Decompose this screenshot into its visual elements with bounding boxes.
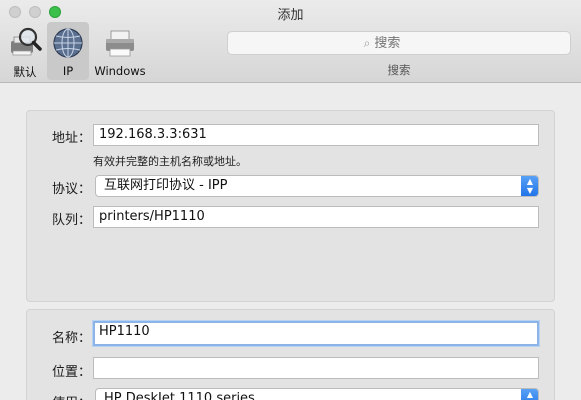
default-printer-magnifier-icon	[11, 27, 42, 56]
toolbar-item-label: 默认	[13, 65, 37, 79]
protocol-select-value: 互联网打印协议 - IPP	[104, 178, 228, 193]
use-select-value: HP DeskJet 1110 series	[104, 391, 255, 400]
name-input[interactable]: HP1110	[93, 321, 539, 346]
toolbar-item-label: Windows	[94, 64, 146, 78]
address-hint: 有效并完整的主机名称或地址。	[93, 155, 247, 168]
search-caption: 搜索	[387, 63, 411, 77]
use-label: 使用：	[27, 392, 91, 400]
search-input[interactable]	[374, 35, 435, 51]
name-label: 名称：	[51, 331, 91, 346]
address-input[interactable]: 192.168.3.3:631	[93, 124, 539, 146]
search-icon: ⌕	[363, 35, 371, 50]
queue-label: 队列：	[51, 213, 91, 228]
printer-details-panel: 名称： HP1110 位置： 使用： HP DeskJet 1110 serie…	[26, 309, 555, 400]
toolbar-item-ip[interactable]: IP	[47, 22, 89, 80]
toolbar-item-windows[interactable]: Windows	[90, 22, 150, 80]
protocol-select[interactable]: 互联网打印协议 - IPP ▲ ▼	[95, 175, 539, 197]
protocol-label: 协议：	[51, 182, 91, 197]
ip-globe-icon	[53, 28, 83, 58]
select-chevron-icon: ▲▼	[521, 176, 538, 196]
location-input[interactable]	[93, 357, 539, 379]
windows-printer-icon	[106, 30, 134, 57]
connection-panel: 地址： 192.168.3.3:631 有效并完整的主机名称或地址。 协议： 互…	[26, 110, 555, 302]
location-label: 位置：	[51, 365, 91, 380]
queue-input[interactable]: printers/HP1110	[93, 206, 539, 228]
window-title: 添加	[277, 8, 304, 23]
toolbar-item-default[interactable]: 默认	[4, 22, 46, 80]
window-toolbar: 添加 默认 IP Windows ⌕ 搜索 搜索	[0, 0, 581, 83]
use-select[interactable]: HP DeskJet 1110 series ▲▼	[95, 388, 539, 400]
select-chevron-icon: ▲▼	[521, 389, 538, 400]
address-label: 地址：	[51, 131, 91, 146]
toolbar-item-label: IP	[62, 64, 74, 78]
search-field[interactable]: ⌕	[227, 31, 571, 55]
